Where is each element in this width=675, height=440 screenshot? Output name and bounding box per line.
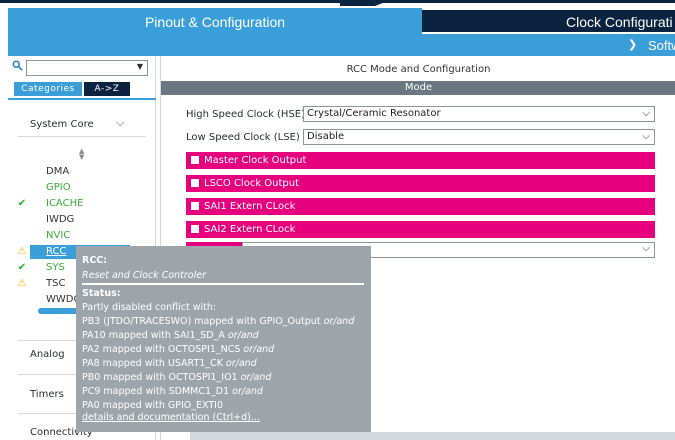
peripheral-name: DMA: [46, 166, 70, 177]
conflict-suffix: or/and: [240, 372, 272, 383]
search-row: ▼: [12, 60, 152, 76]
lse-label: Low Speed Clock (LSE): [186, 132, 300, 143]
tooltip-subtitle: Reset and Clock Controler: [82, 270, 207, 281]
tab-categories[interactable]: Categories: [14, 82, 82, 96]
group-timers[interactable]: Timers: [30, 389, 64, 400]
peripheral-item[interactable]: IWDG: [14, 213, 134, 227]
peripheral-item[interactable]: NVIC: [14, 229, 134, 243]
rcc-tooltip: RCC: Reset and Clock Controler Status: P…: [76, 246, 371, 432]
chevron-down-icon: ⌵: [642, 108, 650, 119]
conflict-text: PA8 mapped with USART1_CK: [82, 358, 223, 369]
details-documentation-link[interactable]: details and documentation (Ctrl+d)...: [82, 412, 260, 423]
chevron-down-icon: ❯: [628, 38, 638, 51]
peripheral-item[interactable]: GPIO: [14, 181, 134, 195]
option-row[interactable]: Master Clock Output: [186, 152, 655, 169]
conflict-suffix: or/and: [227, 330, 259, 341]
conflict-line: PA8 mapped with USART1_CK or/and: [82, 358, 257, 369]
warning-icon: ⚠: [17, 278, 27, 289]
conflict-text: PB3 (JTDO/TRACESWO) mapped with GPIO_Out…: [82, 316, 321, 327]
check-icon: ✔: [17, 198, 27, 209]
option-checkbox[interactable]: [191, 202, 199, 210]
peripheral-name: IWDG: [46, 214, 75, 225]
tooltip-title-suffix: :: [103, 255, 108, 266]
tab-a-z[interactable]: A->Z: [84, 82, 130, 96]
option-label: LSCO Clock Output: [204, 178, 300, 189]
option-label: SAI2 Extern CLock: [204, 224, 296, 235]
tooltip-divider: [82, 283, 364, 285]
search-input[interactable]: ▼: [26, 60, 148, 76]
top-strip: [0, 0, 675, 8]
warning-icon: ⚠: [17, 246, 27, 257]
group-analog[interactable]: Analog: [30, 349, 65, 360]
check-icon: ✔: [17, 262, 27, 273]
tab-clock-configuration[interactable]: Clock Configurati: [422, 10, 675, 32]
top-strip-notch: [340, 0, 390, 6]
conflict-text: PA2 mapped with OCTOSPI1_NCS: [82, 344, 241, 355]
search-dropdown-icon[interactable]: ▼: [134, 62, 146, 74]
peripheral-item[interactable]: ✔ ICACHE: [14, 197, 134, 211]
chevron-down-icon[interactable]: ⌵: [116, 116, 124, 130]
conflict-suffix: or/and: [232, 386, 263, 397]
software-packs-label: Softw: [648, 38, 675, 53]
tooltip-status-label: Status:: [82, 288, 121, 299]
software-packs-menu[interactable]: ❯ Softw: [422, 34, 675, 56]
tab-clock-label: Clock Configurati: [566, 14, 673, 30]
peripheral-name: SYS: [46, 262, 65, 273]
conflict-text: PB0 mapped with OCTOSPI1_IO1: [82, 372, 238, 383]
tab-underline: [8, 98, 156, 100]
tooltip-conflict-intro: Partly disabled conflict with:: [82, 302, 217, 313]
option-row[interactable]: SAI1 Extern CLock: [186, 198, 655, 215]
conflict-line: PA2 mapped with OCTOSPI1_NCS or/and: [82, 344, 274, 355]
conflict-suffix: or/and: [323, 316, 355, 327]
conflict-suffix: or/and: [225, 358, 257, 369]
hse-select-value: Crystal/Ceramic Resonator: [307, 108, 441, 119]
option-row[interactable]: SAI2 Extern CLock: [186, 221, 655, 238]
conflict-text: PC9 mapped with SDMMC1_D1: [82, 386, 230, 397]
hse-select[interactable]: Crystal/Ceramic Resonator ⌵: [303, 106, 655, 122]
tooltip-title: RCC:: [82, 255, 107, 266]
group-system-core[interactable]: System Core: [30, 119, 94, 130]
conflict-suffix: or/and: [243, 344, 275, 355]
option-checkbox[interactable]: [191, 179, 199, 187]
conflict-line: PB0 mapped with OCTOSPI1_IO1 or/and: [82, 372, 271, 383]
peripheral-name: ICACHE: [46, 198, 84, 209]
peripheral-name: NVIC: [46, 230, 71, 241]
search-icon[interactable]: [12, 60, 24, 74]
sort-arrows-icon[interactable]: ▲ ▼: [79, 148, 84, 161]
category-tabs: Categories A->Z: [14, 82, 130, 96]
peripheral-item[interactable]: DMA: [14, 165, 134, 179]
hse-label: High Speed Clock (HSE): [186, 109, 306, 120]
peripheral-name: GPIO: [46, 182, 71, 193]
peripheral-name: RCC: [46, 246, 67, 257]
option-row[interactable]: LSCO Clock Output: [186, 175, 655, 192]
bottom-scrollbar[interactable]: [190, 432, 675, 440]
mode-header[interactable]: Mode: [161, 81, 675, 95]
conflict-line: PB3 (JTDO/TRACESWO) mapped with GPIO_Out…: [82, 316, 354, 327]
conflict-text: PA0 mapped with GPIO_EXTI0: [82, 400, 224, 411]
option-checkbox[interactable]: [191, 156, 199, 164]
option-label: Master Clock Output: [204, 155, 307, 166]
conflict-line: PA10 mapped with SAI1_SD_A or/and: [82, 330, 259, 341]
panel-title: RCC Mode and Configuration: [346, 64, 491, 75]
peripheral-name: TSC: [46, 278, 66, 289]
chevron-down-icon: ⌵: [642, 243, 650, 254]
conflict-text: PA10 mapped with SAI1_SD_A: [82, 330, 225, 341]
main-tab-bar: Pinout & Configuration Clock Configurati…: [0, 8, 675, 56]
tooltip-title-text: RCC: [82, 255, 104, 266]
option-checkbox[interactable]: [191, 225, 199, 233]
conflict-line: PA0 mapped with GPIO_EXTI0: [82, 400, 223, 411]
lse-select[interactable]: Disable ⌵: [303, 129, 655, 145]
stm32cubemx-window: Pinout & Configuration Clock Configurati…: [0, 0, 675, 440]
option-label: SAI1 Extern CLock: [204, 201, 296, 212]
conflict-line: PC9 mapped with SDMMC1_D1 or/and: [82, 386, 263, 397]
top-strip-dark: [0, 0, 675, 3]
tab-pinout-label: Pinout & Configuration: [144, 14, 286, 30]
search-icon-svg: [12, 60, 23, 71]
lse-select-value: Disable: [307, 131, 345, 142]
group-divider: [18, 136, 146, 137]
tab-pinout-configuration[interactable]: Pinout & Configuration: [8, 8, 422, 56]
chevron-down-icon: ⌵: [642, 131, 650, 142]
